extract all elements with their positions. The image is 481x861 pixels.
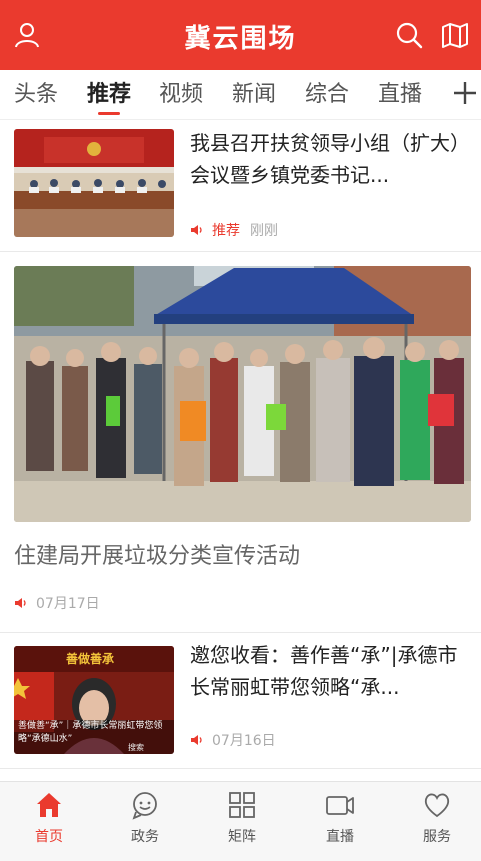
tabbar-matrix-label: 矩阵 xyxy=(228,829,256,845)
news-item-time: 07月16日 xyxy=(212,733,276,749)
recommend-tag: 推荐 xyxy=(212,223,240,239)
divider xyxy=(0,768,481,769)
tabbar-home[interactable]: 首页 xyxy=(9,790,89,846)
tabbar-matrix[interactable]: 矩阵 xyxy=(202,790,282,846)
tab-general[interactable]: 综合 xyxy=(305,80,349,110)
news-item[interactable]: 善做善承 善做善“承”｜承德市长常丽虹带您领略“承德山水” 搜索 邀您收看：善作… xyxy=(0,633,481,768)
speaker-icon[interactable] xyxy=(14,596,28,610)
tabbar-government[interactable]: 政务 xyxy=(105,790,185,846)
search-icon[interactable] xyxy=(394,20,424,50)
app-header: 冀云围场 xyxy=(0,0,481,70)
category-tabs: 头条 推荐 视频 新闻 综合 直播 xyxy=(0,70,481,120)
tabbar-live-label: 直播 xyxy=(326,829,354,845)
heart-icon xyxy=(424,793,450,818)
tab-recommended[interactable]: 推荐 xyxy=(87,80,131,110)
tabbar-home-label: 首页 xyxy=(35,829,63,845)
grid-icon xyxy=(229,792,255,818)
speaker-icon[interactable] xyxy=(190,223,204,237)
video-thumbnail: 善做善承 善做善“承”｜承德市长常丽虹带您领略“承德山水” 搜索 xyxy=(14,646,174,754)
home-icon xyxy=(37,793,61,817)
tab-news[interactable]: 新闻 xyxy=(232,80,276,110)
news-item-time: 07月17日 xyxy=(36,596,100,612)
chat-icon xyxy=(132,792,157,820)
news-item-title[interactable]: 邀您收看：善作善“承”|承德市长常丽虹带您领略“承... xyxy=(190,639,469,703)
tab-live[interactable]: 直播 xyxy=(378,80,422,110)
map-icon[interactable] xyxy=(440,20,470,50)
news-item-meta: 07月16日 xyxy=(190,730,276,750)
tabbar-government-label: 政务 xyxy=(131,829,159,845)
thumbnail-caption: 善做善“承”｜承德市长常丽虹带您领略“承德山水” xyxy=(18,721,163,744)
tabbar-live[interactable]: 直播 xyxy=(300,790,380,846)
tab-video[interactable]: 视频 xyxy=(159,80,203,110)
meeting-thumbnail xyxy=(14,129,174,237)
video-icon xyxy=(326,796,354,815)
garbage-sorting-photo xyxy=(14,266,471,522)
tabbar-services-label: 服务 xyxy=(423,829,451,845)
tabbar-services[interactable]: 服务 xyxy=(397,790,477,846)
active-tab-indicator xyxy=(98,112,120,115)
news-item[interactable]: 我县召开扶贫领导小组（扩大）会议暨乡镇党委书记... 推荐 刚刚 xyxy=(0,121,481,251)
news-item-title[interactable]: 我县召开扶贫领导小组（扩大）会议暨乡镇党委书记... xyxy=(190,127,469,191)
bottom-tab-bar: 首页 政务 矩阵 直播 服务 xyxy=(0,781,481,861)
thumbnail-brand: 善做善承 xyxy=(66,652,115,666)
news-item-meta: 推荐 刚刚 xyxy=(190,220,278,240)
news-item-large[interactable]: 住建局开展垃圾分类宣传活动 07月17日 xyxy=(0,252,481,632)
speaker-icon[interactable] xyxy=(190,733,204,747)
news-item-meta: 07月17日 xyxy=(14,593,100,613)
news-item-time: 刚刚 xyxy=(250,223,278,239)
add-channel-icon[interactable] xyxy=(450,78,480,108)
thumbnail-corner-label: 搜索 xyxy=(128,743,144,752)
news-item-title[interactable]: 住建局开展垃圾分类宣传活动 xyxy=(14,538,300,570)
tab-headlines[interactable]: 头条 xyxy=(14,80,58,110)
